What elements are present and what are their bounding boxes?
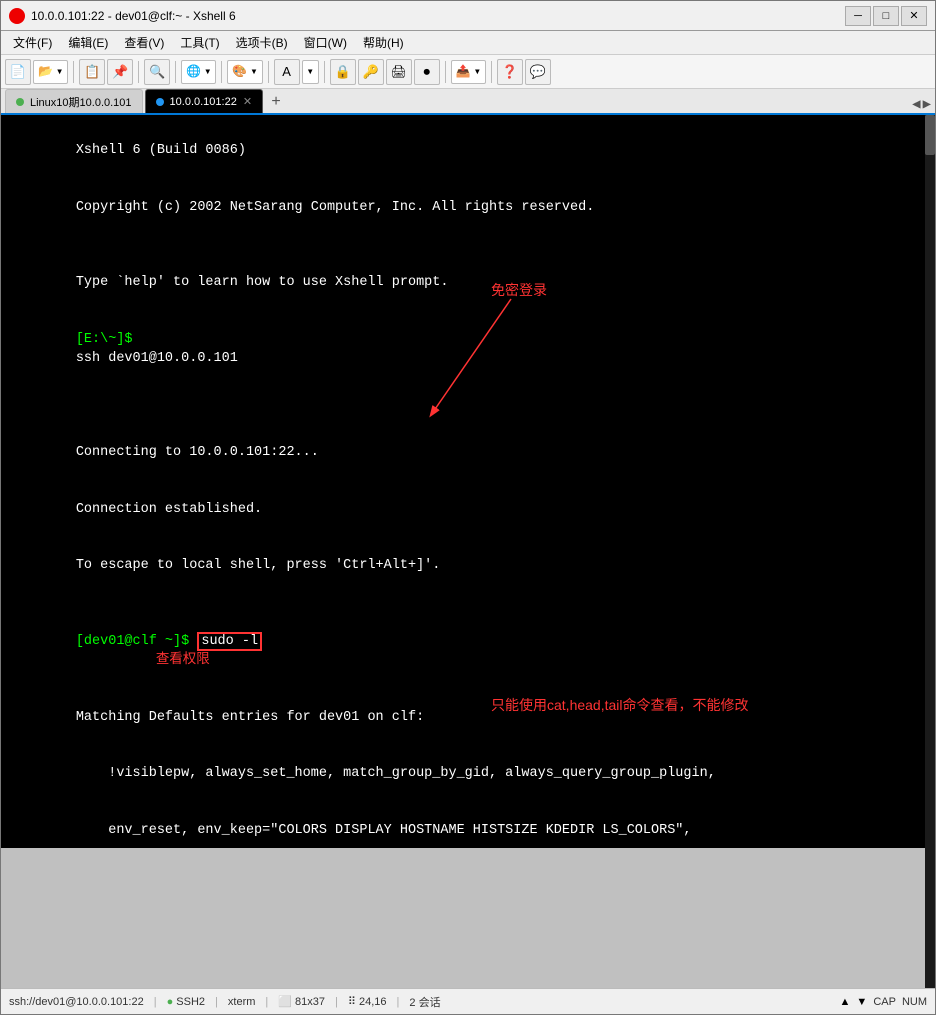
status-caps: CAP	[873, 996, 896, 1008]
tb-chat[interactable]: 💬	[525, 59, 551, 85]
tab-dot-green	[16, 98, 24, 106]
tb-find[interactable]: 🔍	[144, 59, 170, 85]
status-arrow-down[interactable]: ▼	[856, 996, 867, 1008]
terminal-line-sudol: [dev01@clf ~]$ sudo -l 查看权限	[11, 614, 925, 690]
status-sessions: 2 会话	[409, 994, 440, 1010]
tb-font[interactable]: A	[274, 59, 300, 85]
tb-font-dropdown[interactable]: ▾	[302, 60, 319, 84]
terminal-line-matching: Matching Defaults entries for dev01 on c…	[11, 690, 925, 747]
tab-label-active: 10.0.0.101:22	[170, 96, 237, 108]
terminal-line-connecting: Connecting to 10.0.0.101:22...	[11, 425, 925, 482]
menu-tabs[interactable]: 选项卡(B)	[228, 32, 296, 53]
window-controls: ─ □ ✕	[845, 6, 927, 26]
menu-view[interactable]: 查看(V)	[116, 32, 172, 53]
terminal[interactable]: Xshell 6 (Build 0086) Copyright (c) 2002…	[1, 115, 935, 848]
tb-record[interactable]: ⏺	[414, 59, 440, 85]
terminal-blank-2	[11, 387, 925, 406]
copyright-text: Copyright (c) 2002 NetSarang Computer, I…	[76, 200, 594, 215]
scrollbar[interactable]	[925, 115, 935, 988]
menu-tools[interactable]: 工具(T)	[172, 32, 227, 53]
minimize-button[interactable]: ─	[845, 6, 871, 26]
xshell-header: Xshell 6 (Build 0086)	[76, 143, 246, 158]
tb-help[interactable]: ❓	[497, 59, 523, 85]
tab-add-button[interactable]: +	[265, 91, 287, 113]
window-title: 10.0.0.101:22 - dev01@clf:~ - Xshell 6	[31, 9, 845, 23]
annotation-chakan-label: 查看权限	[156, 653, 210, 668]
status-protocol: ● SSH2	[167, 996, 205, 1008]
close-button[interactable]: ✕	[901, 6, 927, 26]
terminal-line-env1: env_reset, env_keep="COLORS DISPLAY HOST…	[11, 803, 925, 848]
tb-print[interactable]: 🖨	[386, 59, 412, 85]
scrollbar-thumb[interactable]	[925, 115, 935, 155]
terminal-blank-4	[11, 595, 925, 614]
menu-help[interactable]: 帮助(H)	[355, 32, 412, 53]
tab-nav-right[interactable]: ▶	[923, 96, 931, 113]
cmd-ssh: ssh dev01@10.0.0.101	[76, 351, 238, 366]
tb-lock[interactable]: 🔒	[330, 59, 356, 85]
terminal-line-ssh: [E:\~]$ ssh dev01@10.0.0.101	[11, 312, 925, 388]
tabbar: Linux10期10.0.0.101 10.0.0.101:22 ✕ + ◀ ▶	[1, 89, 935, 115]
status-right: ▲ ▼ CAP NUM	[840, 996, 927, 1008]
terminal-line-header: Xshell 6 (Build 0086)	[11, 123, 925, 180]
tb-paste[interactable]: 📌	[107, 59, 133, 85]
status-arrow-up[interactable]: ▲	[840, 996, 851, 1008]
terminal-line-vis: !visiblepw, always_set_home, match_group…	[11, 746, 925, 803]
status-num: NUM	[902, 996, 927, 1008]
tab-linux10[interactable]: Linux10期10.0.0.101	[5, 89, 143, 113]
status-size: ⬜ 81x37	[278, 995, 325, 1008]
tb-new[interactable]: 📄	[5, 59, 31, 85]
tab-dot-blue	[156, 98, 164, 106]
tab-nav-left[interactable]: ◀	[912, 96, 920, 113]
tab-close-button[interactable]: ✕	[243, 95, 252, 108]
terminal-line-copyright: Copyright (c) 2002 NetSarang Computer, I…	[11, 180, 925, 237]
tb-copy[interactable]: 📋	[79, 59, 105, 85]
maximize-button[interactable]: □	[873, 6, 899, 26]
prompt-dev01: [dev01@clf ~]$	[76, 634, 198, 649]
status-terminal: xterm	[228, 996, 256, 1008]
tab-active[interactable]: 10.0.0.101:22 ✕	[145, 89, 264, 113]
statusbar: ssh://dev01@10.0.0.101:22 | ● SSH2 | xte…	[1, 988, 935, 1014]
terminal-line-established: Connection established.	[11, 482, 925, 539]
tb-color-dropdown[interactable]: 🎨 ▾	[227, 60, 262, 84]
menu-edit[interactable]: 编辑(E)	[60, 32, 116, 53]
tb-key[interactable]: 🔑	[358, 59, 384, 85]
terminal-wrapper: Xshell 6 (Build 0086) Copyright (c) 2002…	[1, 115, 935, 988]
menu-window[interactable]: 窗口(W)	[296, 32, 355, 53]
terminal-blank-1	[11, 236, 925, 255]
tab-nav: ◀ ▶	[912, 96, 935, 113]
menu-file[interactable]: 文件(F)	[5, 32, 60, 53]
tb-open-dropdown[interactable]: 📂 ▾	[33, 60, 68, 84]
titlebar: 10.0.0.101:22 - dev01@clf:~ - Xshell 6 ─…	[1, 1, 935, 31]
terminal-line-help: Type `help' to learn how to use Xshell p…	[11, 255, 925, 312]
tb-transfer-dropdown[interactable]: 📤 ▾	[451, 60, 486, 84]
terminal-line-escape: To escape to local shell, press 'Ctrl+Al…	[11, 539, 925, 596]
cmd-sudol: sudo -l	[197, 632, 262, 651]
terminal-blank-3	[11, 406, 925, 425]
tab-label-linux10: Linux10期10.0.0.101	[30, 94, 132, 110]
app-icon	[9, 8, 25, 24]
prompt-local: [E:\~]$	[76, 332, 141, 347]
toolbar: 📄 📂 ▾ 📋 📌 🔍 🌐 ▾ 🎨 ▾ A ▾ 🔒 🔑 🖨 ⏺ 📤 ▾ ❓ 💬	[1, 55, 935, 89]
status-colrow: ⠿ 24,16	[348, 995, 387, 1008]
tb-session-dropdown[interactable]: 🌐 ▾	[181, 60, 216, 84]
app-window: 10.0.0.101:22 - dev01@clf:~ - Xshell 6 ─…	[0, 0, 936, 1015]
status-session: ssh://dev01@10.0.0.101:22	[9, 996, 144, 1008]
menubar: 文件(F) 编辑(E) 查看(V) 工具(T) 选项卡(B) 窗口(W) 帮助(…	[1, 31, 935, 55]
